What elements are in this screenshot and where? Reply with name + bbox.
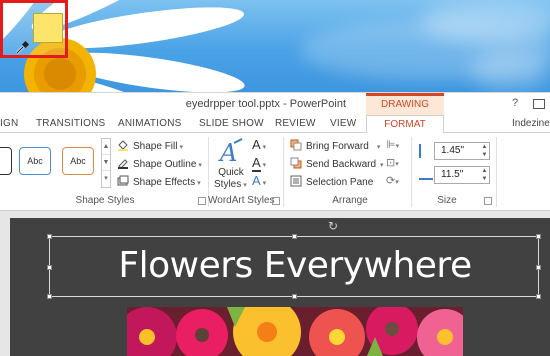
shape-height-input[interactable]: 1.45" ▲ ▼ — [434, 142, 490, 160]
sky-blur — [470, 50, 550, 90]
window-title: eyedrpper tool.pptx - PowerPoint — [185, 98, 346, 110]
pencil-icon — [117, 157, 129, 169]
text-fill-button[interactable]: A ▾ — [252, 137, 266, 153]
text-fill-icon: A — [252, 137, 261, 152]
resize-handle[interactable] — [292, 294, 297, 299]
slide-editing-area: ↻ Flowers Everywhere — [0, 211, 550, 356]
width-spinner-icon[interactable]: ▲ ▼ — [480, 167, 489, 183]
bring-forward-button[interactable]: Bring Forward ▾ — [290, 139, 380, 155]
eyedropper-highlight — [0, 0, 68, 58]
shape-style-thumb[interactable] — [0, 147, 12, 175]
shape-style-thumb[interactable]: Abc — [62, 147, 94, 175]
ribbon-format: Abc Abc ▲ ▼ ▾ Shape Fill ▾ Shape Outline ▾… — [0, 133, 550, 211]
desktop-wallpaper — [0, 0, 550, 92]
shape-style-thumb[interactable]: Abc — [19, 147, 51, 175]
gallery-more-icon[interactable]: ▾ — [102, 171, 110, 187]
send-backward-button[interactable]: Send Backward ▾ — [290, 157, 384, 173]
tab-slide-show[interactable]: SLIDE SHOW — [199, 118, 264, 129]
tab-format[interactable]: FORMAT — [366, 115, 444, 134]
slide-title[interactable]: Flowers Everywhere — [50, 245, 540, 286]
shape-effects-button[interactable]: Shape Effects ▾ — [117, 175, 201, 191]
title-placeholder[interactable]: ↻ Flowers Everywhere — [47, 219, 541, 299]
gallery-up-icon[interactable]: ▲ — [102, 139, 110, 155]
text-effects-icon: A — [252, 173, 261, 188]
sky-blur — [420, 2, 550, 42]
quick-styles-icon[interactable]: A — [216, 137, 246, 167]
wordart-styles-group-label: WordArt Styles — [208, 195, 275, 206]
group-divider — [496, 137, 497, 207]
ribbon-tabs: IGN TRANSITIONS ANIMATIONS SLIDE SHOW RE… — [0, 115, 550, 134]
tab-design[interactable]: IGN — [0, 118, 18, 129]
quick-styles-dropdown[interactable]: Styles ▾ — [214, 179, 247, 195]
group-objects-icon[interactable]: ⊡▾ — [386, 156, 399, 169]
rotate-handle-icon[interactable]: ↻ — [328, 219, 338, 233]
flowers-photo[interactable] — [127, 307, 463, 356]
paint-bucket-icon — [117, 139, 129, 151]
shape-width-icon — [419, 170, 433, 180]
drawing-tools-context-label: DRAWING TOOLS — [366, 93, 444, 128]
resize-handle[interactable] — [536, 294, 541, 299]
send-backward-icon — [290, 157, 302, 169]
arrange-group-label: Arrange — [332, 195, 368, 206]
gallery-down-icon[interactable]: ▼ — [102, 155, 110, 171]
sampled-color-swatch — [33, 13, 63, 43]
shape-styles-launcher-icon[interactable] — [198, 197, 206, 205]
resize-handle[interactable] — [47, 294, 52, 299]
bring-forward-icon — [290, 139, 302, 151]
text-outline-icon: A — [252, 155, 261, 172]
eyedropper-icon — [16, 40, 30, 54]
tab-transitions[interactable]: TRANSITIONS — [36, 118, 105, 129]
tab-view[interactable]: VIEW — [330, 118, 356, 129]
align-icon[interactable]: ⊫▾ — [386, 138, 399, 151]
shape-width-input[interactable]: 11.5" ▲ ▼ — [434, 166, 490, 184]
shape-fill-button[interactable]: Shape Fill ▾ — [117, 139, 183, 155]
resize-handle[interactable] — [47, 234, 52, 239]
shape-styles-group-label: Shape Styles — [75, 195, 135, 206]
shape-outline-button[interactable]: Shape Outline ▾ — [117, 157, 202, 173]
shape-effects-icon — [117, 175, 129, 187]
rotate-icon[interactable]: ⟳▾ — [386, 174, 399, 187]
slide[interactable]: ↻ Flowers Everywhere — [10, 218, 550, 356]
tab-review[interactable]: REVIEW — [275, 118, 316, 129]
window-title-bar: eyedrpper tool.pptx - PowerPoint DRAWING… — [0, 92, 550, 128]
size-launcher-icon[interactable] — [484, 197, 492, 205]
shape-styles-gallery-scroll[interactable]: ▲ ▼ ▾ — [101, 138, 111, 188]
resize-handle[interactable] — [292, 234, 297, 239]
height-spinner-icon[interactable]: ▲ ▼ — [480, 143, 489, 159]
selection-pane-icon — [290, 175, 302, 187]
shape-height-icon — [419, 144, 431, 158]
group-divider — [283, 137, 284, 207]
text-effects-button[interactable]: A ▾ — [252, 173, 266, 189]
selection-pane-button[interactable]: Selection Pane — [290, 175, 373, 191]
text-outline-button[interactable]: A ▾ — [252, 155, 266, 172]
resize-handle[interactable] — [536, 234, 541, 239]
size-group-label: Size — [437, 195, 457, 206]
tab-animations[interactable]: ANIMATIONS — [118, 118, 181, 129]
account-name[interactable]: Indezine — [512, 118, 550, 129]
wordart-styles-launcher-icon[interactable] — [272, 197, 280, 205]
restore-window-button[interactable] — [533, 99, 545, 109]
help-button[interactable]: ? — [512, 97, 518, 109]
